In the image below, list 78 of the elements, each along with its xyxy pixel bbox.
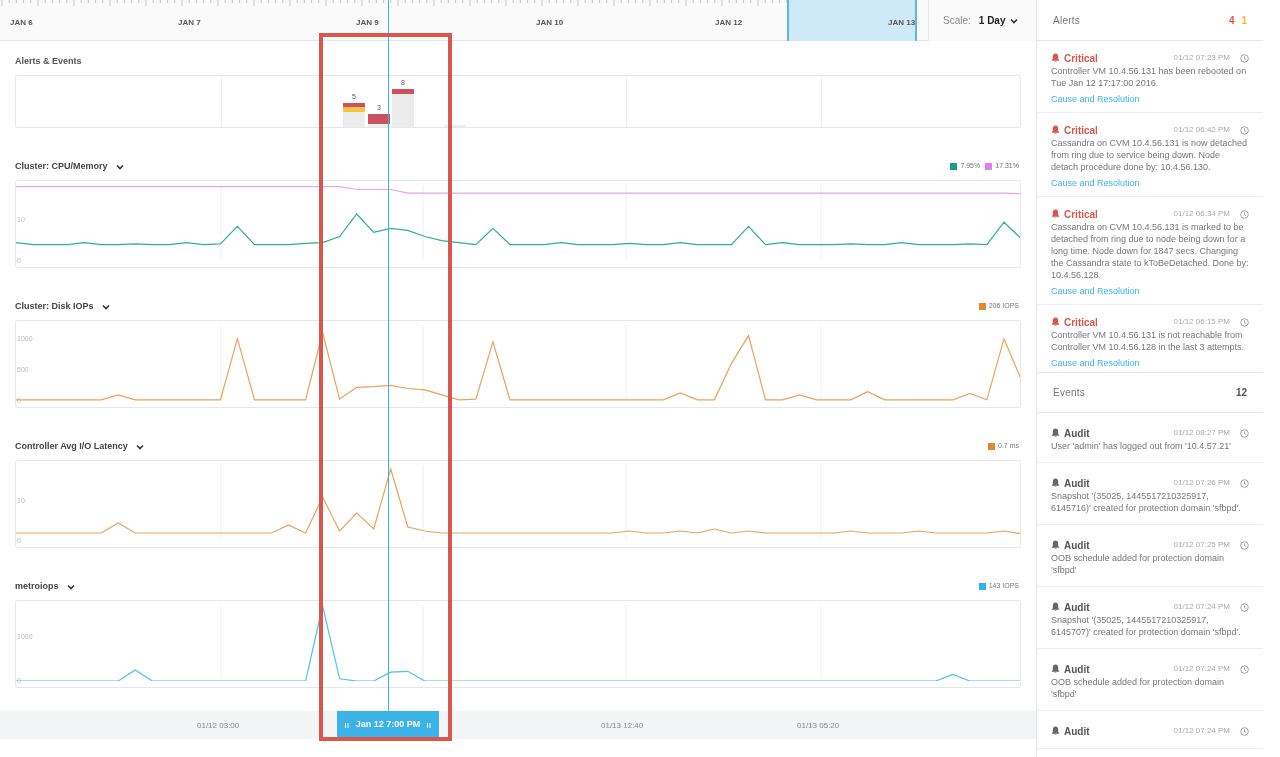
scale-label: Scale: <box>943 14 971 28</box>
severity-label: Critical <box>1064 123 1098 138</box>
chevron-down-icon <box>66 583 75 590</box>
clock-icon <box>1240 540 1249 550</box>
event-type: Audit <box>1064 600 1090 615</box>
time-label: 01/13 12:40 <box>601 720 644 732</box>
chart-title-dropdown[interactable]: metroiops <box>15 579 75 594</box>
bell-icon <box>1051 53 1060 63</box>
chevron-down-icon <box>135 443 144 450</box>
event-message: Snapshot '(35025, 1445517210325917, 6145707)' created for protection domain 'sfbpd'. <box>1051 614 1242 638</box>
event-time: 01/12 08:27 PM <box>1173 427 1230 439</box>
event-type: Audit <box>1064 662 1090 677</box>
alert-time: 01/12 06:42 PM <box>1173 124 1230 136</box>
date-label: JAN 10 <box>536 17 564 29</box>
event-type: Audit <box>1064 724 1090 739</box>
chevron-down-icon <box>1010 17 1019 24</box>
alert-message: Controller VM 10.4.56.131 is not reachable from Controller VM 10.4.56.128 in the last 3 attempts. <box>1051 329 1246 353</box>
event-time: 01/12 07:25 PM <box>1173 539 1230 551</box>
severity-label: Critical <box>1064 51 1098 66</box>
event-message: Snapshot '(35025, 1445517210325917, 6145716)' created for protection domain 'sfbpd'. <box>1051 490 1242 514</box>
event-type: Audit <box>1064 476 1090 491</box>
event-time: 01/12 07:24 PM <box>1173 601 1230 613</box>
scale-dropdown[interactable]: 1 Day <box>978 13 1019 28</box>
event-time: 01/12 07:24 PM <box>1173 725 1230 737</box>
chart-title-dropdown[interactable]: Cluster: CPU/Memory <box>15 159 124 174</box>
alert-time: 01/12 06:15 PM <box>1173 316 1230 328</box>
clock-icon <box>1240 125 1249 135</box>
section-title: Alerts & Events <box>15 55 83 68</box>
chart-title-dropdown[interactable]: Controller Avg I/O Latency <box>15 439 144 454</box>
bell-icon <box>1051 540 1060 550</box>
time-label: 01/12 03:00 <box>197 720 240 732</box>
bell-icon <box>1051 317 1060 327</box>
date-label: JAN 12 <box>715 17 743 29</box>
event-message: User 'admin' has logged out from '10.4.57.21' <box>1051 440 1232 452</box>
panel-title: Alerts <box>1053 13 1081 28</box>
grip-icon <box>344 722 349 728</box>
bell-icon <box>1051 726 1060 736</box>
chevron-down-icon <box>115 163 124 170</box>
bell-icon <box>1051 602 1060 612</box>
date-label: JAN 9 <box>356 17 379 29</box>
alert-time: 01/12 06:34 PM <box>1173 208 1230 220</box>
chevron-down-icon <box>101 303 110 310</box>
selection-range[interactable] <box>787 0 917 41</box>
clock-icon <box>1240 317 1249 327</box>
clock-icon <box>1240 602 1249 612</box>
event-message: OOB schedule added for protection domain 'sfbpd' <box>1051 552 1226 576</box>
grip-icon <box>427 722 432 728</box>
clock-icon <box>1240 53 1249 63</box>
date-label: JAN 6 <box>10 17 33 29</box>
event-type: Audit <box>1064 538 1090 553</box>
bell-icon <box>1051 209 1060 219</box>
event-time: 01/12 07:24 PM <box>1173 663 1230 675</box>
time-label: 01/13 05:20 <box>797 720 840 732</box>
bell-icon <box>1051 125 1060 135</box>
alert-message: Controller VM 10.4.56.131 has been rebooted on Tue Jan 12 17:17:00 2016. <box>1051 65 1248 89</box>
bell-icon <box>1051 428 1060 438</box>
severity-label: Critical <box>1064 207 1098 222</box>
bell-icon <box>1051 478 1060 488</box>
critical-count: 4 <box>1228 13 1235 28</box>
clock-icon <box>1240 428 1249 438</box>
alert-time: 01/12 07:23 PM <box>1173 52 1230 64</box>
warning-count: 1 <box>1241 13 1247 28</box>
alert-message: Cassandra on CVM 10.4.56.131 is marked to be detached from ring due to node being down for a long time. Node down for 1847 secs. Changing the Cassandra state to kToBeDetached. Done by: 10.4.56.128. <box>1051 221 1249 281</box>
panel-title: Events <box>1053 386 1086 400</box>
clock-icon <box>1240 726 1249 736</box>
bell-icon <box>1051 664 1060 674</box>
event-count: 12 <box>1235 386 1247 400</box>
clock-icon <box>1240 664 1249 674</box>
date-label: JAN 13 <box>888 17 916 29</box>
event-message: OOB schedule added for protection domain 'sfbpd' <box>1051 676 1226 700</box>
clock-icon <box>1240 209 1249 219</box>
alert-message: Cassandra on CVM 10.4.56.131 is now detached from ring due to service being down. Node detach procedure done by: 10.4.56.130. <box>1051 137 1249 173</box>
date-label: JAN 7 <box>178 17 201 29</box>
chart-title-dropdown[interactable]: Cluster: Disk IOPs <box>15 299 110 314</box>
event-type: Audit <box>1064 426 1090 441</box>
clock-icon <box>1240 478 1249 488</box>
event-time: 01/12 07:26 PM <box>1173 477 1230 489</box>
severity-label: Critical <box>1064 315 1098 330</box>
